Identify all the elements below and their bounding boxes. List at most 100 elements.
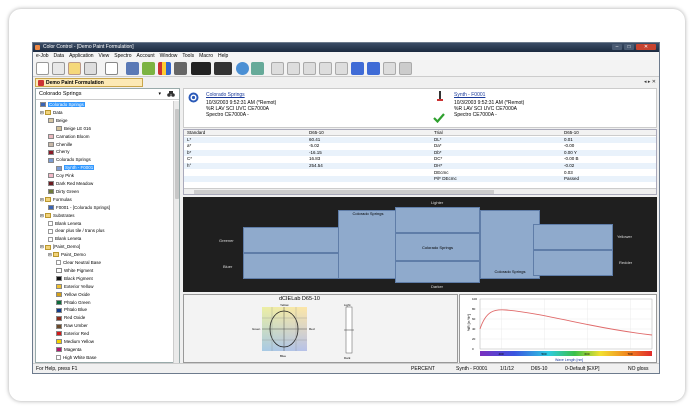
standard-name-link[interactable]: Colorado Springs: [206, 92, 276, 98]
copy-icon[interactable]: [271, 62, 284, 75]
table-row[interactable]: h° 254.54 DH* -0.02: [184, 163, 656, 169]
tree-item[interactable]: Black Pigment: [56, 275, 93, 282]
measure-icon[interactable]: [126, 62, 139, 75]
tools-icon[interactable]: [142, 62, 155, 75]
list-icon[interactable]: [335, 62, 348, 75]
tree-item[interactable]: Chenille: [48, 141, 72, 148]
tree-item-label: Exterior Yellow: [64, 283, 94, 289]
settings-icon[interactable]: [399, 62, 412, 75]
chevron-down-icon[interactable]: ▾: [158, 89, 161, 100]
table-row[interactable]: P/F DEcmc Passed: [184, 176, 656, 183]
tree-item[interactable]: clear plus tile / trans plus: [48, 227, 105, 234]
binoculars-icon[interactable]: [167, 91, 175, 97]
tree-item[interactable]: Yellow Oxide: [56, 291, 90, 298]
tree-item[interactable]: Synth - F0001: [56, 164, 95, 171]
display-icon[interactable]: [191, 62, 211, 75]
table-scrollbar[interactable]: [184, 188, 656, 194]
tree-item[interactable]: Magenta: [56, 346, 82, 353]
chart-icon[interactable]: [383, 62, 396, 75]
tree-item[interactable]: Dark Red Meadow: [48, 180, 93, 187]
tree-item[interactable]: White Pigment: [56, 267, 93, 274]
tree-item[interactable]: Cherry: [48, 148, 70, 155]
tree-item[interactable]: ⊟ Data: [40, 109, 63, 116]
block-label-2: Colorado Springs: [422, 245, 453, 250]
menu-item-0[interactable]: e-Job: [36, 52, 49, 60]
tree-item[interactable]: Exterior Red: [56, 330, 89, 337]
paste-icon[interactable]: [287, 62, 300, 75]
tree-item[interactable]: F0001 - [Colorado Springs]: [48, 204, 110, 211]
menu-item-4[interactable]: Spectro: [114, 52, 131, 60]
grid-icon[interactable]: [319, 62, 332, 75]
tree-item[interactable]: ⊟ Paint_Demo: [48, 251, 86, 258]
color-swatch-icon: [56, 315, 62, 321]
menu-item-8[interactable]: Macro: [199, 52, 213, 60]
tree-item[interactable]: Carnation Bloom: [48, 133, 90, 140]
tree-item[interactable]: ⊟ Substrates: [40, 212, 75, 219]
color-swatch-icon: [56, 331, 62, 337]
tab-navigation[interactable]: ◂ ▸ ✕: [644, 79, 656, 85]
new-icon[interactable]: [36, 62, 49, 75]
table-row[interactable]: L* 60.41 DL* 0.01: [184, 136, 656, 143]
document-tab[interactable]: Demo Paint Formulation: [35, 78, 143, 87]
colorants-icon[interactable]: [158, 62, 171, 75]
tree-item[interactable]: Exterior Yellow: [56, 283, 94, 290]
close-button[interactable]: ✕: [636, 44, 656, 50]
view-split-icon[interactable]: [367, 62, 380, 75]
tree-item[interactable]: Phtalo Green: [56, 299, 91, 306]
tree-item[interactable]: Blank Leneta: [48, 220, 81, 227]
status-sample: Synth - F0001: [456, 366, 488, 372]
maximize-button[interactable]: □: [624, 44, 634, 50]
tree-item[interactable]: ⊟ Formulas: [40, 196, 72, 203]
table-row[interactable]: DEcmc 0.03: [184, 170, 656, 176]
tree-item-label: Beige: [56, 117, 68, 123]
minimize-button[interactable]: –: [612, 44, 622, 50]
tree-item[interactable]: Clear Neutral Base: [56, 259, 101, 266]
y-tick-label: 20: [472, 337, 476, 341]
print-icon[interactable]: [84, 62, 97, 75]
table-row[interactable]: C* 16.83 DC* -0.00 B: [184, 156, 656, 162]
tree-item[interactable]: Red Oxide: [56, 314, 85, 321]
table-header-row: Standard D65-10 Trial D65-10: [184, 130, 656, 136]
trial-name-link[interactable]: Synth - F0001: [454, 92, 524, 98]
tree-scrollbar[interactable]: [173, 101, 179, 363]
scale-icon[interactable]: [251, 62, 264, 75]
view-blue-icon[interactable]: [351, 62, 364, 75]
compare-icon[interactable]: [214, 62, 232, 75]
table-row[interactable]: b* -16.15 Db* 0.00 Y: [184, 149, 656, 156]
column-header: D65-10: [564, 130, 579, 135]
menu-item-6[interactable]: Window: [160, 52, 178, 60]
document-icon[interactable]: [105, 62, 118, 75]
table-cell: -0.02: [564, 163, 575, 168]
table-scroll-thumb[interactable]: [194, 190, 494, 194]
tree-item[interactable]: Dirty Green: [48, 188, 79, 195]
globe-icon[interactable]: [236, 62, 249, 75]
table-row[interactable]: a* -5.02 Da* -0.00: [184, 143, 656, 149]
tree-item[interactable]: High White Base: [56, 354, 97, 361]
tree-item[interactable]: Phtalo Blue: [56, 306, 87, 313]
tree-item-label: Phtalo Green: [64, 299, 91, 305]
folder-icon[interactable]: [68, 62, 81, 75]
search-value[interactable]: Colorado Springs: [39, 91, 82, 97]
tree-item[interactable]: Raw Umber: [56, 322, 88, 329]
screen-icon[interactable]: [174, 62, 187, 75]
tree-item[interactable]: Blank Leneta: [48, 235, 81, 242]
y-tick-label: 0: [472, 347, 474, 351]
tree-item[interactable]: Colorado Springs: [40, 101, 85, 108]
darker-label: Darker: [431, 284, 444, 289]
tree-item[interactable]: Medium Yellow: [56, 338, 94, 345]
open-icon[interactable]: [52, 62, 65, 75]
clipboard-icon[interactable]: [303, 62, 316, 75]
tree-item[interactable]: ⊟ [Paint_Demo]: [40, 243, 80, 250]
tree-item[interactable]: Colorado Springs: [48, 156, 91, 163]
tree-item[interactable]: Coy Pink: [48, 172, 74, 179]
tree-scroll-thumb[interactable]: [175, 109, 179, 199]
tree-item[interactable]: Beige LE 016: [56, 125, 91, 132]
menu-item-2[interactable]: Application: [69, 52, 93, 60]
menu-item-9[interactable]: Help: [218, 52, 228, 60]
menu-item-5[interactable]: Account: [137, 52, 155, 60]
menu-item-1[interactable]: Data: [54, 52, 65, 60]
color-difference-table: Standard D65-10 Trial D65-10 L* 60.41 DL* 0.01 a…: [183, 129, 657, 195]
tree-item[interactable]: Beige: [48, 117, 68, 124]
menu-item-3[interactable]: View: [99, 52, 110, 60]
menu-item-7[interactable]: Tools: [182, 52, 194, 60]
